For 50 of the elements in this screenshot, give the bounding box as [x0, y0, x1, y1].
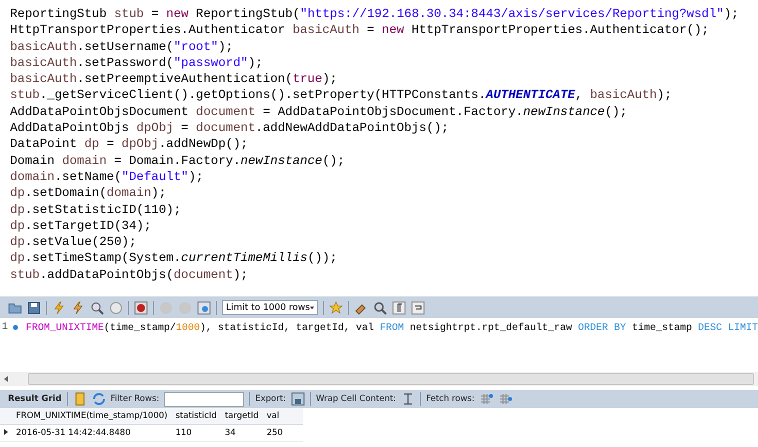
save-icon[interactable] [27, 300, 41, 314]
column-header[interactable]: statisticId [171, 408, 221, 425]
code-line: dp.setTargetID(34); [10, 218, 152, 234]
statement-dot-icon [12, 325, 18, 330]
column-header[interactable]: val [262, 408, 303, 425]
form-icon[interactable] [72, 392, 87, 406]
column-header[interactable]: FROM_UNIXTIME(time_stamp/1000) [12, 408, 172, 425]
sql-query[interactable]: FROM_UNIXTIME(time_stamp/1000), statisticId, targetId, val FROM netsightrpt.rpt_default_raw ORDER BY time_stamp DESC LIMIT [26, 322, 758, 336]
code-line: dp.setValue(250); [10, 234, 138, 250]
wrap-label: Wrap Cell Content: [316, 394, 396, 404]
line-number: 1 [2, 322, 8, 333]
code-line: AddDataPointObjs dpObj = document.addNewAddDataPointObjs(); [10, 120, 450, 136]
code-line: ReportingStub stub = new ReportingStub("https://192.168.30.34:8443/axis/services/Reporting?wsdl"); [10, 6, 740, 22]
code-line: AddDataPointObjsDocument document = AddDataPointObjsDocument.Factory.newInstance(); [10, 104, 628, 120]
code-line: stub.addDataPointObjs(document); [10, 266, 249, 284]
magnifier-icon[interactable] [90, 300, 104, 314]
code-line: stub._getServiceClient().getOptions().setProperty(HTTPConstants.AUTHENTICATE, basicAuth); [10, 87, 673, 104]
star-icon[interactable] [329, 300, 343, 314]
folder-icon[interactable] [8, 300, 22, 314]
record-icon[interactable] [134, 300, 148, 314]
code-line: dp.setTimeStamp(System.currentTimeMillis()); [10, 250, 338, 267]
code-line: DataPoint dp = dpObj.addNewDp(); [10, 136, 249, 153]
pilcrow-icon[interactable] [392, 300, 406, 314]
row-pointer-icon [4, 429, 8, 435]
column-header[interactable]: targetId [220, 408, 263, 425]
code-line: basicAuth.setUsername("root"); [10, 38, 234, 55]
code-line: dp.setDomain(domain); [10, 185, 168, 202]
wrap-icon[interactable] [411, 300, 425, 314]
export-icon[interactable] [290, 392, 305, 406]
code-line: basicAuth.setPreemptiveAuthentication(true); [10, 71, 338, 88]
result-grid-tab[interactable]: Result Grid [8, 394, 62, 404]
fetch-all-icon[interactable] [498, 392, 513, 406]
horizontal-scrollbar[interactable] [0, 372, 758, 386]
lightning-icon[interactable] [52, 300, 66, 314]
filter-field[interactable] [164, 392, 244, 406]
filter-label: Filter Rows: [110, 394, 160, 404]
code-line: Domain domain = Domain.Factory.newInstance(); [10, 152, 346, 169]
scroll-left-icon[interactable] [4, 376, 8, 382]
limit-select[interactable]: Limit to 1000 rows [222, 300, 318, 315]
header-corner [0, 408, 12, 425]
search-icon[interactable] [373, 300, 387, 314]
refresh-icon[interactable] [92, 392, 106, 406]
caret-icon [310, 306, 314, 310]
code-line: basicAuth.setPassword("password"); [10, 54, 264, 72]
export-label: Export: [255, 394, 286, 404]
fetch-label: Fetch rows: [426, 394, 475, 404]
code-line: HttpTransportProperties.Authenticator basicAuth = new HttpTransportProperties.Authenticator(); [10, 22, 710, 39]
code-line: dp.setStatisticID(110); [10, 202, 182, 218]
code-line: domain.setName("Default"); [10, 168, 204, 186]
fetch-next-icon[interactable] [480, 392, 494, 406]
